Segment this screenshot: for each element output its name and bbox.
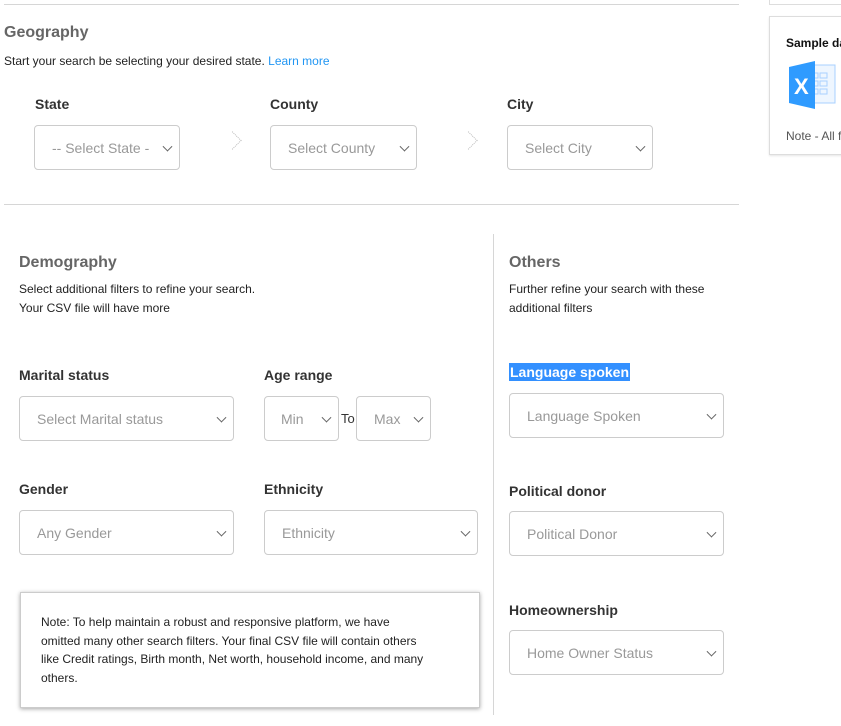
geography-title: Geography [4, 24, 89, 41]
county-value: Select County [288, 139, 376, 156]
chevron-down-icon [216, 412, 227, 423]
top-card [769, 0, 841, 5]
ethnicity-label: Ethnicity [264, 481, 324, 497]
chevron-down-icon [162, 141, 173, 152]
marital-select[interactable]: Select Marital status [19, 396, 234, 441]
ethnicity-select[interactable]: Ethnicity [264, 510, 478, 555]
ethnicity-value: Ethnicity [282, 524, 335, 541]
county-select[interactable]: Select County [270, 125, 417, 170]
chevron-down-icon [399, 141, 410, 152]
language-select[interactable]: Language Spoken [509, 393, 724, 438]
chevron-down-icon [635, 141, 646, 152]
donor-value: Political Donor [527, 525, 618, 542]
chevron-down-icon [706, 409, 717, 420]
marital-value: Select Marital status [37, 410, 164, 427]
state-label: State [35, 96, 70, 112]
chevron-down-icon [706, 646, 717, 657]
homeownership-value: Home Owner Status [527, 644, 654, 661]
others-title: Others [509, 254, 561, 271]
top-divider [4, 4, 739, 5]
donor-select[interactable]: Political Donor [509, 511, 724, 556]
chevron-down-icon [321, 412, 332, 423]
language-value: Language Spoken [527, 407, 641, 424]
chevron-down-icon [413, 412, 424, 423]
state-select[interactable]: -- Select State - [34, 125, 180, 170]
sample-data-card: Sample da X Note - All f [769, 16, 841, 155]
excel-icon[interactable]: X [787, 61, 837, 109]
section-divider [4, 204, 739, 205]
geography-subtitle: Start your search be selecting your desi… [4, 54, 330, 68]
donor-label: Political donor [509, 483, 607, 499]
others-desc: Further refine your search with these add… [509, 282, 705, 315]
chevron-down-icon [216, 526, 227, 537]
age-label: Age range [264, 367, 333, 383]
city-value: Select City [525, 139, 592, 156]
column-divider [493, 234, 494, 715]
language-label: Language spoken [509, 363, 631, 381]
city-label: City [507, 96, 534, 112]
age-min-value: Min [281, 410, 304, 427]
sample-title: Sample da [786, 36, 841, 50]
age-max-value: Max [374, 410, 401, 427]
chevron-right-icon [459, 131, 478, 150]
state-value: -- Select State - [52, 139, 150, 156]
demography-desc: Select additional filters to refine your… [19, 282, 256, 315]
gender-select[interactable]: Any Gender [19, 510, 234, 555]
city-select[interactable]: Select City [507, 125, 653, 170]
marital-label: Marital status [19, 367, 110, 383]
homeownership-label: Homeownership [509, 602, 618, 618]
age-max-select[interactable]: Max [356, 396, 431, 441]
chevron-down-icon [706, 527, 717, 538]
svg-text:X: X [794, 74, 809, 99]
learn-more-link[interactable]: Learn more [268, 54, 329, 68]
demography-title: Demography [19, 254, 117, 271]
county-label: County [270, 96, 319, 112]
age-min-select[interactable]: Min [264, 396, 339, 441]
age-to-label: To [341, 411, 355, 426]
chevron-right-icon [223, 131, 242, 150]
gender-value: Any Gender [37, 524, 112, 541]
note-box: Note: To help maintain a robust and resp… [20, 592, 480, 708]
homeownership-select[interactable]: Home Owner Status [509, 630, 724, 675]
chevron-down-icon [460, 526, 471, 537]
sample-note: Note - All f [786, 129, 841, 143]
gender-label: Gender [19, 481, 69, 497]
